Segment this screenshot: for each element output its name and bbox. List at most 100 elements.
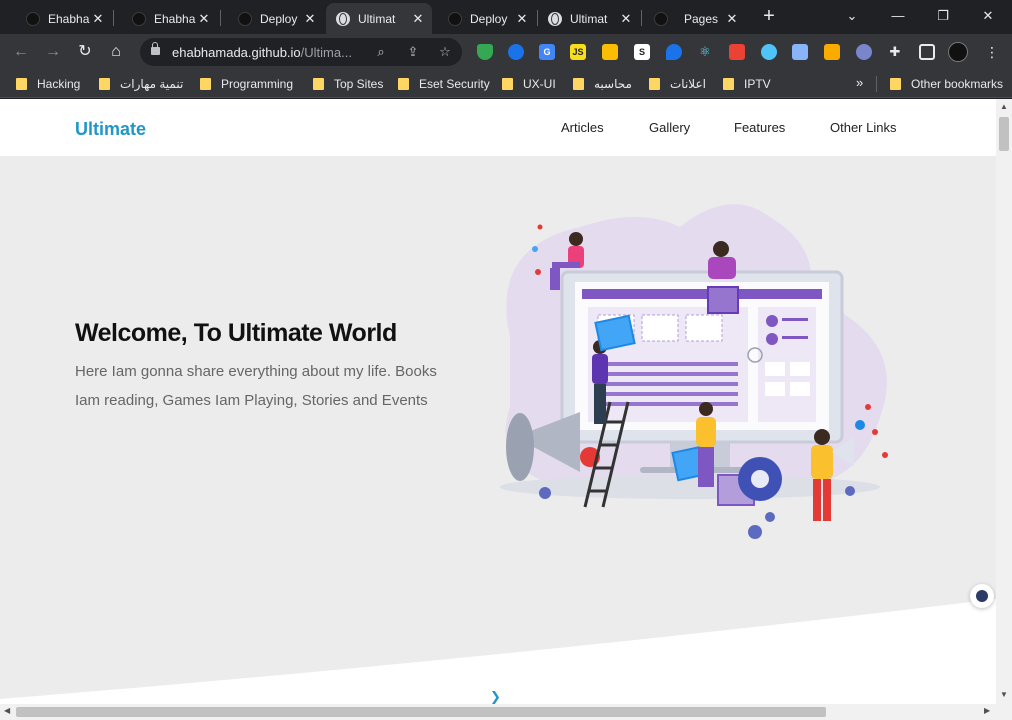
horizontal-scroll-thumb[interactable] [16,707,826,717]
forward-button[interactable]: → [41,40,65,64]
vertical-scroll-thumb[interactable] [999,117,1009,151]
globe-icon [336,11,350,26]
nav-other-links[interactable]: Other Links [830,120,896,135]
zoom-search-icon[interactable]: ⌕ [372,43,390,61]
red-extension-icon[interactable] [729,44,745,60]
yellow-extension-icon[interactable] [602,44,618,60]
profile-avatar[interactable] [948,42,968,62]
tab-7[interactable]: Pages ✕ [644,3,746,34]
tab-search-button[interactable]: ⌄ [832,4,872,28]
other-bookmarks[interactable]: Other bookmarks [890,76,1003,92]
folder-icon [398,78,409,90]
drop-extension-icon[interactable] [666,44,682,60]
bookmark-hacking[interactable]: Hacking [16,76,80,92]
scroll-left-arrow-icon[interactable]: ◀ [4,706,10,715]
close-tab-icon[interactable]: ✕ [724,11,740,27]
tab-6[interactable]: Ultimat ✕ [538,3,640,34]
hero-illustration [500,204,888,539]
browser-toolbar: ← → ↻ ⌂ ehabhamada.github.io/Ultima... ⌕… [0,34,1012,98]
screen-extension-icon[interactable] [792,44,808,60]
react-devtools-icon[interactable]: ⚛ [697,44,713,60]
horizontal-scrollbar[interactable]: ◀ ▶ [0,704,1012,720]
home-button[interactable]: ⌂ [104,40,128,64]
close-tab-icon[interactable]: ✕ [514,11,530,27]
github-icon [238,11,252,26]
tab-title: Ehabha [154,11,196,26]
nav-gallery[interactable]: Gallery [649,120,690,135]
tab-title: Ehabha [48,11,90,26]
lock-icon[interactable] [151,42,160,55]
bookmark-iptv[interactable]: IPTV [723,76,771,92]
tab-title: Deploy [470,11,508,26]
folder-icon [573,78,584,90]
folder-icon [649,78,660,90]
site-header: Ultimate Articles Gallery Features Other… [0,99,996,156]
nav-articles[interactable]: Articles [561,120,604,135]
scroll-up-arrow-icon[interactable]: ▲ [1000,102,1008,111]
bookmark-star-icon[interactable]: ☆ [436,43,454,61]
amber-extension-icon[interactable] [824,44,840,60]
close-tab-icon[interactable]: ✕ [410,11,426,27]
tab-5[interactable]: Deploy ✕ [438,3,536,34]
js-extension-icon[interactable]: JS [570,44,586,60]
minimize-button[interactable]: — [878,4,918,28]
globe-icon [548,11,562,26]
tab-3[interactable]: Deploy ✕ [228,3,324,34]
new-tab-button[interactable]: + [758,5,780,27]
close-tab-icon[interactable]: ✕ [302,11,318,27]
bookmark-eset-security[interactable]: Eset Security [398,76,490,92]
notification-extension-icon[interactable] [761,44,777,60]
scroll-down-chevron-icon[interactable]: ❯ [490,689,501,704]
folder-icon [890,78,901,90]
more-bookmarks-chevron-icon[interactable]: » [856,75,863,90]
reload-button[interactable]: ↻ [73,40,97,64]
nav-features[interactable]: Features [734,120,785,135]
address-bar[interactable]: ehabhamada.github.io/Ultima... ⌕ ⇪ ☆ [140,38,462,66]
page-viewport: Ultimate Articles Gallery Features Other… [0,99,996,704]
bookmark-programming[interactable]: Programming [200,76,293,92]
chat-widget-icon[interactable] [970,584,994,608]
scroll-right-arrow-icon[interactable]: ▶ [984,706,990,715]
bookmark-skills[interactable]: تنمية مهارات [99,76,183,92]
bookmarks-separator [876,76,877,92]
tab-title: Ultimat [570,11,608,26]
tab-2[interactable]: Ehabha ✕ [122,3,218,34]
url-text[interactable]: ehabhamada.github.io/Ultima... [172,45,352,60]
extensions-puzzle-icon[interactable]: ✚ [887,44,903,60]
site-logo[interactable]: Ultimate [75,119,146,140]
close-tab-icon[interactable]: ✕ [618,11,634,27]
bookmark-ads[interactable]: اعلانات [649,76,706,92]
tab-title: Deploy [260,11,298,26]
share-icon[interactable]: ⇪ [404,43,422,61]
tab-title: Ultimat [358,11,396,26]
folder-icon [313,78,324,90]
vertical-scrollbar[interactable]: ▲ ▼ [996,99,1012,704]
shield-extension-icon[interactable] [477,44,493,60]
github-icon [448,11,462,26]
translate-extension-icon[interactable]: G [539,44,555,60]
bookmark-accounting[interactable]: محاسبه [573,76,632,92]
hero-description: Here Iam gonna share everything about my… [75,363,437,409]
tab-1[interactable]: Ehabha ✕ [16,3,112,34]
scroll-down-arrow-icon[interactable]: ▼ [1000,690,1008,699]
bookmark-top-sites[interactable]: Top Sites [313,76,383,92]
menu-kebab-icon[interactable]: ⋮ [980,40,1004,64]
close-window-button[interactable]: ✕ [968,4,1008,28]
blue-extension-icon[interactable] [508,44,524,60]
folder-icon [723,78,734,90]
restore-button[interactable]: ❐ [923,4,963,28]
github-icon [26,11,40,26]
side-panel-icon[interactable] [919,44,935,60]
tab-separator [220,10,221,26]
folder-icon [99,78,110,90]
tab-separator [641,10,642,26]
close-tab-icon[interactable]: ✕ [196,11,212,27]
bookmark-ux-ui[interactable]: UX-UI [502,76,556,92]
back-button[interactable]: ← [9,40,33,64]
bookmarks-bar: Hacking تنمية مهارات Programming Top Sit… [0,70,1012,98]
s-extension-icon[interactable]: S [634,44,650,60]
robot-extension-icon[interactable] [856,44,872,60]
tab-4-active[interactable]: Ultimat ✕ [326,3,432,34]
close-tab-icon[interactable]: ✕ [90,11,106,27]
folder-icon [16,78,27,90]
